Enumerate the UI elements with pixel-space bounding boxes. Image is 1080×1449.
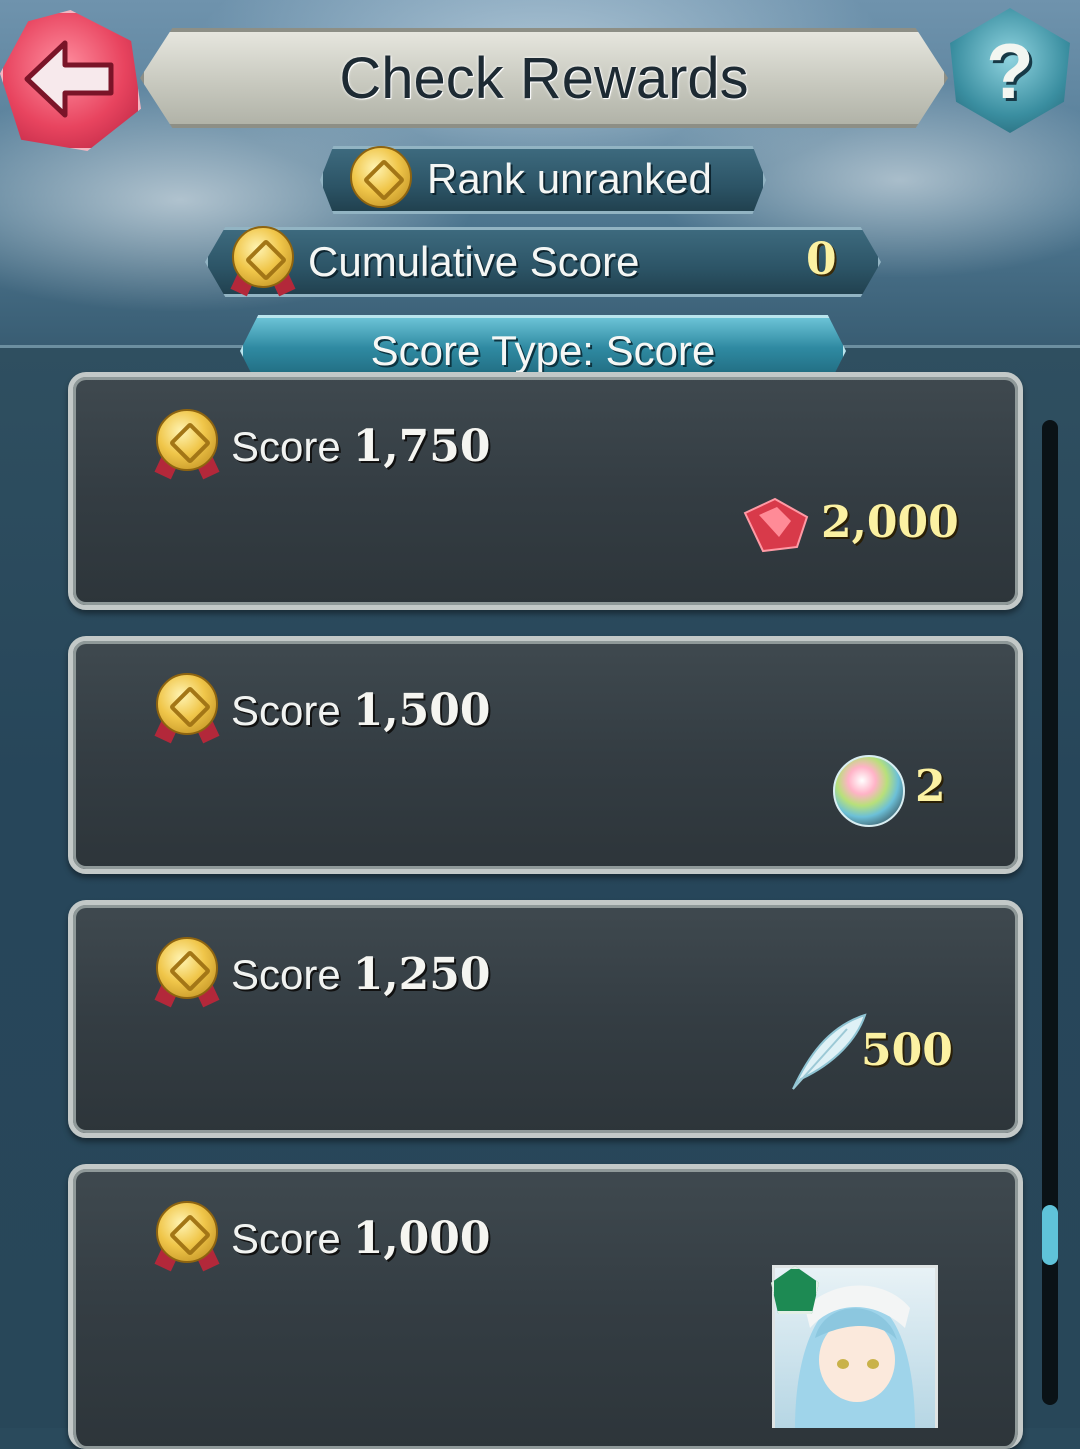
reward-threshold-value: 1,750 <box>352 421 491 472</box>
rank-label: Rank unranked <box>427 155 712 202</box>
reward-threshold: Score 1,750 <box>231 421 491 472</box>
reward-card: Score 1,750 2,000 <box>68 372 1023 610</box>
reward-quantity: 2 <box>915 761 946 812</box>
cumulative-score-label: Cumulative Score <box>308 238 640 285</box>
reward-quantity: 2,000 <box>821 497 959 548</box>
reward-quantity: 500 <box>861 1025 953 1076</box>
reward-threshold-label: Score <box>231 951 341 998</box>
reward-threshold-value: 1,500 <box>352 685 491 736</box>
cumulative-score-value: 0 <box>806 234 837 285</box>
score-type-label: Score Type: Score <box>370 327 716 374</box>
reward-threshold: Score 1,250 <box>231 949 491 1000</box>
scrollbar[interactable] <box>1042 420 1058 1405</box>
page-title: Check Rewards <box>339 45 749 111</box>
scroll-thumb[interactable] <box>1042 1205 1058 1265</box>
feather-icon <box>792 1013 867 1090</box>
reward-threshold-label: Score <box>231 687 341 734</box>
reward-threshold: Score 1,000 <box>231 1213 491 1264</box>
rainbow-orb-icon <box>833 755 905 827</box>
reward-card: Score 1,500 2 <box>68 636 1023 874</box>
question-icon: ? <box>986 27 1034 115</box>
reward-threshold: Score 1,500 <box>231 685 491 736</box>
arrow-left-icon <box>24 40 114 118</box>
reward-card: Score 1,250 500 <box>68 900 1023 1138</box>
orb-gem-icon <box>743 497 809 553</box>
title-bar: Check Rewards <box>140 28 948 128</box>
reward-threshold-label: Score <box>231 1215 341 1262</box>
reward-threshold-label: Score <box>231 423 341 470</box>
reward-threshold-value: 1,250 <box>352 949 491 1000</box>
cumulative-score-bar: Cumulative Score 0 <box>205 227 881 297</box>
reward-threshold-value: 1,000 <box>352 1213 491 1264</box>
